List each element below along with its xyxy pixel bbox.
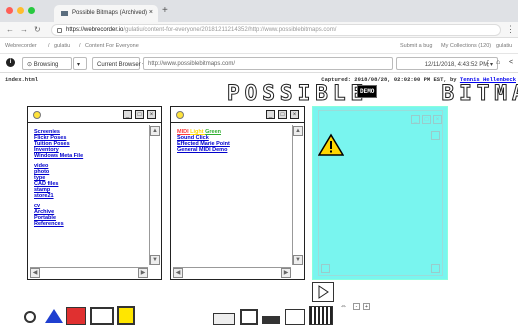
info-icon[interactable]: i	[6, 58, 15, 67]
minimize-icon[interactable]: _	[411, 115, 420, 124]
resize-icon[interactable]	[431, 264, 440, 273]
vertical-scrollbar[interactable]: ▲ ▼	[149, 125, 160, 265]
scroll-down-icon[interactable]: ▼	[293, 255, 303, 265]
new-tab-button[interactable]: +	[162, 5, 168, 16]
bottom-icon-triangle[interactable]	[45, 309, 63, 323]
window-titlebar[interactable]: _ □ ×	[28, 107, 161, 123]
webrecorder-nav: Webrecorder / gulatiu / Content For Ever…	[0, 38, 518, 54]
mode-label: Browsing	[33, 62, 59, 68]
browser-menu-icon[interactable]: ⋮	[506, 24, 515, 35]
index-label: index.html	[5, 76, 39, 83]
bottom-icon-window[interactable]	[285, 309, 305, 325]
bottom-icon-bar[interactable]	[262, 316, 280, 324]
minus-icon[interactable]: -	[353, 303, 360, 310]
tab-title: Possible Bitmaps (Archived)	[72, 10, 148, 16]
scroll-right-icon[interactable]: ▶	[281, 268, 291, 278]
horizontal-scrollbar[interactable]: ◀ ▶	[30, 267, 148, 278]
browser-tabbar: Possible Bitmaps (Archived) × +	[0, 0, 518, 22]
tab-favicon-icon	[61, 11, 68, 16]
bottom-icon-screen[interactable]	[90, 307, 114, 325]
bottom-icon-keyboard[interactable]	[213, 313, 235, 325]
address-bar-row: ← → ↻ https://webrecorder.io/gulatiu/con…	[0, 22, 518, 38]
play-icon	[318, 285, 329, 299]
forward-arrow-icon[interactable]: →	[20, 25, 28, 34]
vertical-scrollbar[interactable]: ▲ ▼	[292, 125, 303, 265]
scroll-left-icon[interactable]: ◀	[30, 268, 40, 278]
smiley-icon	[33, 111, 41, 119]
links-window: _ □ × Screenies Flickr Poses Tuition Poses…	[27, 106, 162, 280]
user-menu[interactable]: gulatiu	[496, 43, 512, 49]
url-host: https://webrecorder.io	[66, 27, 124, 33]
options-menu-icon[interactable]: ⋮	[484, 59, 492, 68]
maximize-icon[interactable]: □	[278, 110, 287, 119]
bottom-icon-box[interactable]	[240, 309, 258, 325]
scroll-up-icon[interactable]	[431, 131, 440, 140]
close-icon[interactable]: ×	[290, 110, 299, 119]
close-icon[interactable]: ×	[433, 115, 442, 124]
breadcrumb-webrecorder[interactable]: Webrecorder	[5, 43, 37, 49]
archived-url-input[interactable]: http://www.possiblebitmaps.com/	[143, 57, 393, 70]
url-input[interactable]: https://webrecorder.io/gulatiu/content-f…	[51, 24, 501, 36]
url-path: /gulatiu/content-for-everyone/2018121121…	[123, 27, 337, 33]
browser-tab[interactable]: Possible Bitmaps (Archived) ×	[54, 5, 158, 22]
mode-dropdown-toggle[interactable]: ▾	[73, 57, 87, 70]
smiley-icon	[176, 111, 184, 119]
midi-link-item[interactable]: General MIDI Demo	[177, 147, 227, 153]
bottom-icon-red[interactable]	[66, 307, 86, 325]
breadcrumb-user[interactable]: gulatiu	[54, 43, 70, 49]
plus-icon[interactable]: +	[363, 303, 370, 310]
timestamp-select[interactable]: 12/11/2018, 4:43:52 PM ▾	[396, 57, 498, 70]
close-icon[interactable]: ×	[147, 110, 156, 119]
scroll-down-icon[interactable]: ▼	[150, 255, 160, 265]
submit-bug-link[interactable]: Submit a bug	[400, 43, 432, 49]
share-icon[interactable]: <	[509, 59, 513, 66]
my-collections-link[interactable]: My Collections (120)	[441, 43, 491, 49]
midi-window: _ □ × MIDI Light Green Sound Click Effect…	[170, 106, 305, 280]
bottom-icon-circle[interactable]	[24, 311, 36, 323]
scroll-left-icon[interactable]: ◀	[173, 268, 183, 278]
mode-dropdown[interactable]: ⊙ Browsing	[22, 57, 72, 70]
arrow-left-icon[interactable]: ⇔	[340, 303, 347, 310]
browser-select[interactable]: Current Browser ▾	[92, 57, 145, 70]
window-titlebar[interactable]: _ □ ×	[171, 107, 304, 123]
maximize-icon[interactable]: □	[422, 115, 431, 124]
replay-controls: i ⊙ Browsing ▾ Current Browser ▾ http://…	[0, 54, 518, 73]
home-icon[interactable]: ⌂	[496, 59, 500, 66]
bottom-icon-yellow[interactable]	[117, 306, 135, 325]
bottom-icon-stripes[interactable]	[309, 306, 333, 325]
link-item[interactable]: Windows Meta File	[34, 153, 83, 159]
demo-badge: DEMO	[357, 85, 378, 98]
scroll-up-icon[interactable]: ▲	[150, 126, 160, 136]
maximize-window-icon[interactable]	[28, 7, 35, 14]
minimize-icon[interactable]: _	[123, 110, 132, 119]
scroll-left-icon[interactable]	[321, 264, 330, 273]
reload-icon[interactable]: ↻	[34, 25, 41, 34]
maximize-icon[interactable]: □	[135, 110, 144, 119]
warning-icon	[318, 133, 344, 156]
breadcrumb-collection[interactable]: Content For Everyone	[85, 43, 139, 49]
archived-page: index.html Captured: 2018/08/28, 02:02:0…	[0, 73, 518, 326]
horizontal-scrollbar[interactable]: ◀ ▶	[173, 267, 291, 278]
tab-close-icon[interactable]: ×	[149, 9, 153, 16]
play-button[interactable]	[312, 282, 334, 302]
close-window-icon[interactable]	[6, 7, 13, 14]
back-arrow-icon[interactable]: ←	[6, 25, 14, 34]
minimize-icon[interactable]: _	[266, 110, 275, 119]
scroll-up-icon[interactable]: ▲	[293, 126, 303, 136]
lock-icon	[57, 28, 62, 33]
scroll-right-icon[interactable]: ▶	[138, 268, 148, 278]
link-item[interactable]: References	[34, 221, 64, 227]
minimize-window-icon[interactable]	[17, 7, 24, 14]
link-item[interactable]: store21	[34, 193, 54, 199]
